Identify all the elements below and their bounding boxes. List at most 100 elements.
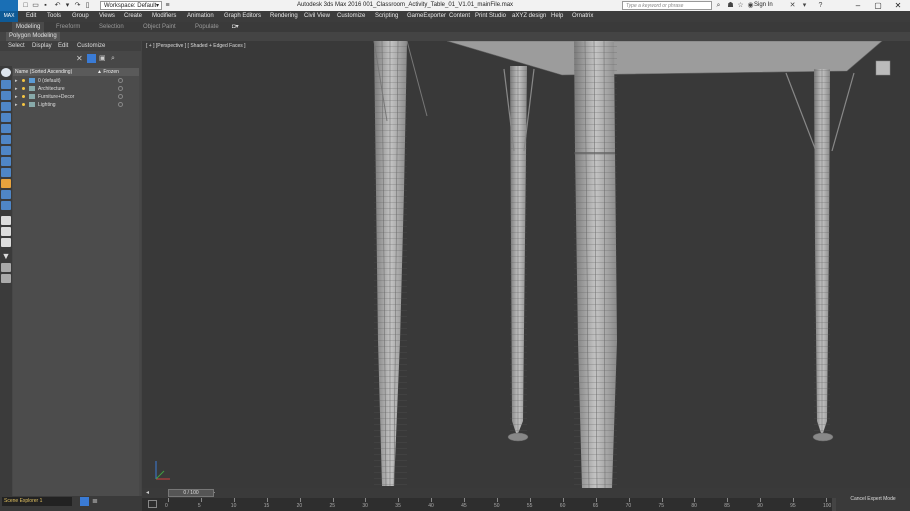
expand-icon[interactable]: ▸: [15, 85, 18, 93]
search-input[interactable]: Type a keyword or phrase: [622, 1, 712, 10]
light-bulb-icon[interactable]: [22, 95, 25, 98]
geometry-filter-icon[interactable]: [1, 80, 11, 89]
max-logo[interactable]: MAX: [0, 11, 18, 22]
menu-ornatrix[interactable]: Ornatrix: [572, 11, 593, 22]
frozen-toggle[interactable]: [118, 86, 123, 91]
expand-icon[interactable]: ▸: [15, 101, 18, 109]
select-all-icon[interactable]: [1, 216, 11, 225]
light-bulb-icon[interactable]: [22, 103, 25, 106]
hidden-filter-icon[interactable]: [1, 201, 11, 210]
list-item[interactable]: ▸ Furniture+Decor: [13, 93, 139, 101]
exchange-icon[interactable]: ✕: [788, 1, 797, 10]
light-bulb-icon[interactable]: [22, 79, 25, 82]
app-logo-icon[interactable]: [0, 0, 18, 11]
expand-icon[interactable]: ▸: [15, 77, 18, 85]
keyframe-filter-icon[interactable]: [148, 500, 157, 508]
frozen-toggle[interactable]: [118, 102, 123, 107]
workspace-menu-icon[interactable]: ≡: [164, 2, 171, 9]
menu-scripting[interactable]: Scripting: [375, 11, 398, 22]
star-icon[interactable]: ☆: [736, 1, 745, 10]
expand-icon[interactable]: ▸: [15, 93, 18, 101]
polygon-modeling-label[interactable]: Polygon Modeling: [6, 32, 60, 41]
select-none-icon[interactable]: [1, 227, 11, 236]
menu-animation[interactable]: Animation: [187, 11, 214, 22]
time-prev-icon[interactable]: ◂: [146, 489, 149, 497]
new-file-icon[interactable]: □: [22, 2, 29, 9]
undo-dropdown-icon[interactable]: ▾: [64, 2, 71, 9]
menu-axyz-design[interactable]: aXYZ design: [512, 11, 546, 22]
menu-views[interactable]: Views: [99, 11, 115, 22]
explorer-tab-select[interactable]: Select: [8, 41, 25, 51]
explorer-tab-edit[interactable]: Edit: [58, 41, 68, 51]
list-item[interactable]: ▸ Architecture: [13, 85, 139, 93]
ribbon-options-icon[interactable]: ◘▾: [232, 22, 239, 32]
cancel-expert-mode-button[interactable]: Cancel Expert Mode: [836, 496, 910, 511]
perspective-viewport[interactable]: [ + ] [Perspective ] [ Shaded + Edged Fa…: [142, 41, 910, 488]
tab-modeling[interactable]: Modeling: [12, 22, 45, 32]
light-bulb-icon[interactable]: [22, 87, 25, 90]
close-button[interactable]: ✕: [888, 0, 908, 11]
helpers-filter-icon[interactable]: [1, 124, 11, 133]
menu-help[interactable]: Help: [551, 11, 563, 22]
menu-rendering[interactable]: Rendering: [270, 11, 298, 22]
containers-filter-icon[interactable]: [1, 179, 11, 188]
sign-in-button[interactable]: Sign In: [754, 2, 773, 9]
save-icon[interactable]: ▪: [42, 2, 49, 9]
tab-selection[interactable]: Selection: [99, 22, 124, 32]
frozen-toggle[interactable]: [118, 94, 123, 99]
close-icon[interactable]: ✕: [76, 54, 85, 63]
invert-selection-icon[interactable]: [1, 238, 11, 247]
spacewarps-filter-icon[interactable]: [1, 135, 11, 144]
subscription-icon[interactable]: ☗: [726, 1, 735, 10]
xrefs-filter-icon[interactable]: [1, 157, 11, 166]
viewport-label[interactable]: [ + ] [Perspective ] [ Shaded + Edged Fa…: [146, 43, 246, 50]
column-frozen[interactable]: ▲ Frozen: [97, 68, 119, 76]
scene-explorer-selector[interactable]: Scene Explorer 1: [2, 497, 72, 506]
sync-selection-icon[interactable]: [1, 263, 11, 272]
layer-explorer-icon[interactable]: ≣: [92, 497, 101, 506]
funnel-icon[interactable]: ▼: [1, 252, 11, 261]
find-icon[interactable]: ⌕: [111, 54, 120, 63]
scene-explorer-icon[interactable]: [80, 497, 89, 506]
menu-customize[interactable]: Customize: [337, 11, 365, 22]
maximize-button[interactable]: ▢: [868, 0, 888, 11]
menu-graph-editors[interactable]: Graph Editors: [224, 11, 261, 22]
workspace-selector[interactable]: Workspace: Default ▾: [100, 1, 162, 10]
menu-create[interactable]: Create: [124, 11, 142, 22]
help-icon[interactable]: ?: [816, 1, 825, 10]
list-item[interactable]: ▸ Lighting: [13, 101, 139, 109]
list-item[interactable]: ▸ 0 (default): [13, 77, 139, 85]
lock-icon[interactable]: ▣: [99, 54, 108, 63]
binoculars-icon[interactable]: ⌕: [714, 1, 723, 10]
menu-edit[interactable]: Edit: [26, 11, 36, 22]
track-bar[interactable]: 0 5 10 15 20 25 30 35 40 45 50 55 60 65 70 75 80 85 90 95 10…: [142, 498, 832, 511]
menu-modifiers[interactable]: Modifiers: [152, 11, 176, 22]
minimize-button[interactable]: –: [848, 0, 868, 11]
column-name[interactable]: Name (Sorted Ascending): [15, 68, 72, 76]
menu-print-studio[interactable]: Print Studio: [475, 11, 506, 22]
tab-object-paint[interactable]: Object Paint: [143, 22, 176, 32]
menu-tools[interactable]: Tools: [47, 11, 61, 22]
redo-icon[interactable]: ↷: [74, 2, 81, 9]
menu-group[interactable]: Group: [72, 11, 89, 22]
groups-filter-icon[interactable]: [1, 146, 11, 155]
menu-content[interactable]: Content: [449, 11, 470, 22]
cameras-filter-icon[interactable]: [1, 113, 11, 122]
layer-explorer-icon[interactable]: [1, 274, 11, 283]
undo-icon[interactable]: ↶: [54, 2, 61, 9]
info-dropdown-icon[interactable]: ▾: [800, 1, 809, 10]
frozen-filter-icon[interactable]: [1, 190, 11, 199]
open-file-icon[interactable]: ▭: [32, 2, 39, 9]
shapes-filter-icon[interactable]: [1, 91, 11, 100]
menu-civil-view[interactable]: Civil View: [304, 11, 330, 22]
tab-populate[interactable]: Populate: [195, 22, 219, 32]
tab-freeform[interactable]: Freeform: [56, 22, 80, 32]
display-all-icon[interactable]: [1, 68, 11, 77]
time-slider[interactable]: 0 / 100: [168, 489, 214, 497]
bones-filter-icon[interactable]: [1, 168, 11, 177]
explorer-tab-display[interactable]: Display: [32, 41, 52, 51]
lights-filter-icon[interactable]: [1, 102, 11, 111]
explorer-tab-customize[interactable]: Customize: [77, 41, 105, 51]
project-folder-icon[interactable]: ▯: [84, 2, 91, 9]
filter-icon[interactable]: [87, 54, 96, 63]
